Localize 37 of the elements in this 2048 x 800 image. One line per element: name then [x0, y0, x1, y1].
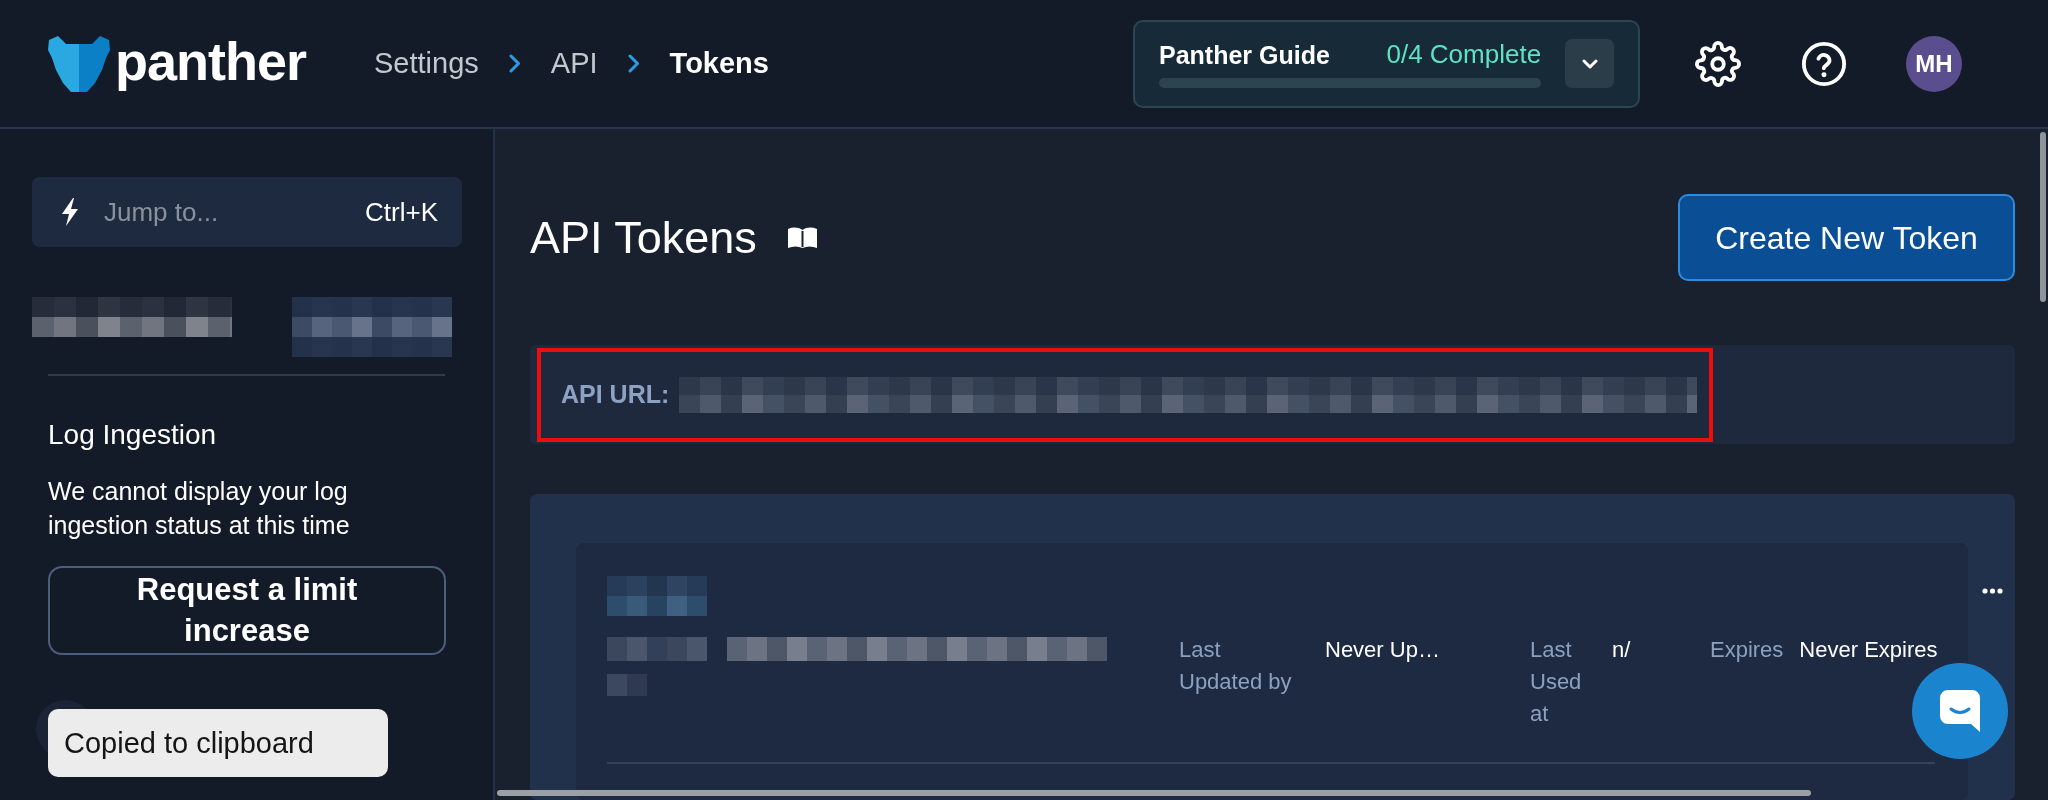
chevron-right-icon: [627, 54, 640, 73]
chevron-right-icon: [508, 54, 521, 73]
horizontal-scrollbar[interactable]: [497, 790, 1811, 796]
status-message: We cannot display your log ingestion status at this time: [48, 475, 351, 541]
breadcrumb-current: Tokens: [669, 49, 769, 78]
help-icon[interactable]: [1801, 40, 1847, 87]
field-value: n/: [1612, 636, 1632, 664]
pixelated-block: [607, 674, 647, 696]
api-url-label: API URL:: [561, 379, 670, 411]
lightning-icon: [62, 198, 78, 226]
chat-icon: [1940, 690, 1980, 732]
settings-icon[interactable]: [1695, 40, 1741, 87]
more-icon[interactable]: [1982, 588, 2003, 594]
field-label: Expires: [1710, 636, 1784, 664]
section-title: Log Ingestion: [48, 418, 218, 452]
field-label: Last Updated by: [1179, 636, 1293, 696]
search-bar[interactable]: Jump to... Ctrl+K: [32, 177, 462, 247]
field-label: Last Used at: [1530, 636, 1583, 728]
logo-icon[interactable]: [48, 35, 110, 92]
shortcut-hint: Ctrl+K: [365, 195, 438, 229]
vertical-scrollbar[interactable]: [2040, 132, 2046, 302]
chevron-down-icon: [1581, 58, 1598, 69]
guide-panel[interactable]: Panther Guide 0/4 Complete: [1133, 19, 1640, 108]
user-avatar[interactable]: MH: [1906, 35, 1962, 92]
page-title: API Tokens: [530, 212, 757, 263]
search-input[interactable]: Jump to...: [104, 192, 324, 232]
guide-title: Panther Guide: [1159, 39, 1330, 70]
breadcrumb-link[interactable]: API: [550, 49, 598, 78]
guide-progress-text: 0/4 Complete: [1386, 38, 1542, 71]
field-value: Never Up…: [1325, 636, 1441, 664]
breadcrumb-link[interactable]: Settings: [374, 49, 479, 78]
book-icon[interactable]: [786, 226, 818, 249]
field-value: Never Expires: [1799, 636, 1938, 664]
request-limit-button[interactable]: Request a limit increase: [48, 565, 446, 655]
guide-dropdown-button[interactable]: [1565, 39, 1614, 88]
create-token-button[interactable]: Create New Token: [1678, 194, 2015, 281]
copied-toast: Copied to clipboard: [48, 709, 388, 777]
